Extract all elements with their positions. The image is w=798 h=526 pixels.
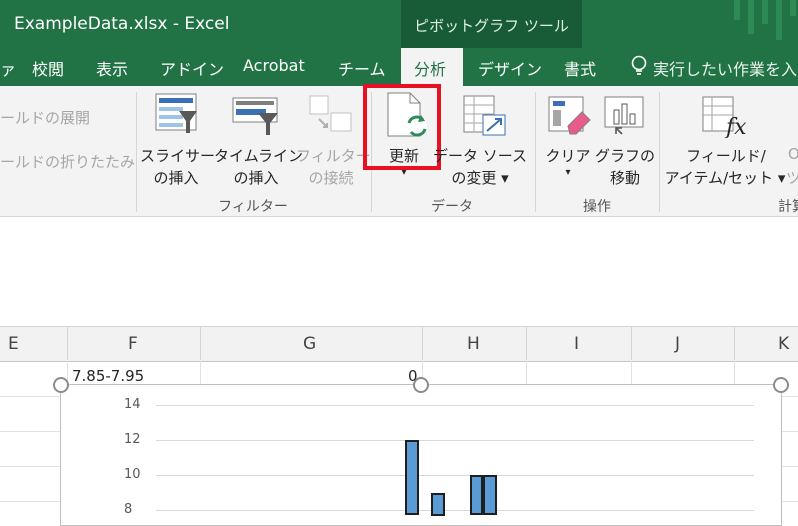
expand-field-button[interactable]: ールドの展開: [0, 107, 90, 128]
title-decoration: [776, 0, 782, 40]
change-data-source-label-2[interactable]: の変更 ▾: [430, 167, 530, 188]
tab-addins[interactable]: アドイン: [160, 56, 224, 80]
move-chart-label-1[interactable]: グラフの: [594, 145, 656, 166]
move-chart-icon: [604, 96, 644, 135]
svg-text:fx: fx: [724, 115, 747, 138]
chart-bar[interactable]: [483, 475, 497, 515]
column-header-i[interactable]: I: [574, 334, 579, 354]
title-decoration: [748, 0, 754, 34]
y-tick-label: 12: [124, 432, 141, 447]
column-header-k[interactable]: K: [778, 334, 789, 354]
column-header-j[interactable]: J: [675, 334, 680, 354]
clear-label[interactable]: クリア: [540, 145, 596, 166]
y-tick-label: 14: [124, 397, 141, 412]
column-header-h[interactable]: H: [467, 334, 480, 354]
formula-bar-area: [0, 217, 798, 310]
cell-f-value[interactable]: 7.85-7.95: [72, 367, 144, 385]
slicer-label-2[interactable]: の挿入: [140, 167, 212, 188]
slicer-icon: [155, 93, 197, 133]
group-label-calc: 計算: [778, 199, 798, 215]
chart-bar[interactable]: [470, 475, 483, 515]
filter-connections-icon: [309, 95, 352, 132]
tab-acrobat[interactable]: Acrobat: [243, 56, 305, 75]
column-header-g[interactable]: G: [303, 334, 316, 354]
collapse-field-button[interactable]: ールドの折りたたみ: [0, 151, 135, 172]
column-header-e[interactable]: E: [8, 334, 19, 354]
group-label-filter: フィルター: [218, 199, 288, 215]
filter-connections-label-2[interactable]: の接続: [296, 167, 366, 188]
tab-analyze[interactable]: 分析: [414, 56, 446, 80]
partial-right-label-1[interactable]: O: [788, 145, 798, 163]
fields-items-sets-icon: fx: [702, 96, 747, 138]
lightbulb-icon: [631, 55, 647, 75]
change-data-source-label-1[interactable]: データ ソース: [430, 145, 530, 166]
chart-resize-handle[interactable]: [53, 377, 69, 393]
move-chart-label-2[interactable]: 移動: [594, 167, 656, 188]
window-title: ExampleData.xlsx - Excel: [14, 14, 230, 34]
title-decoration: [734, 0, 740, 20]
filter-connections-label-1[interactable]: フィルター: [296, 145, 371, 166]
column-divider[interactable]: [631, 326, 632, 360]
tab-team[interactable]: チーム: [338, 56, 386, 80]
chart-gridline: [156, 475, 754, 476]
column-divider[interactable]: [200, 326, 201, 360]
fields-items-sets-label-1[interactable]: フィールド/: [666, 145, 786, 166]
group-separator: [659, 92, 660, 212]
chart-resize-handle[interactable]: [413, 377, 429, 393]
group-label-data: データ: [431, 199, 473, 215]
tab-review[interactable]: 校閲: [32, 56, 64, 80]
y-tick-label: 8: [124, 502, 133, 517]
group-separator: [535, 92, 536, 212]
title-decoration: [762, 0, 768, 24]
change-data-source-icon: [463, 95, 506, 136]
column-header-f[interactable]: F: [128, 334, 138, 354]
column-divider[interactable]: [734, 326, 735, 360]
group-label-actions: 操作: [583, 199, 611, 215]
y-tick-label: 10: [124, 467, 141, 482]
tab-view[interactable]: 表示: [96, 56, 128, 80]
tab-partial[interactable]: ァ: [0, 56, 16, 80]
tell-me-box[interactable]: 実行したい作業を入: [653, 56, 797, 80]
timeline-label-1[interactable]: タイムライン: [214, 145, 303, 166]
fields-items-sets-label-2[interactable]: アイテム/セット ▾: [660, 167, 790, 188]
chart-gridline: [156, 405, 754, 406]
column-divider[interactable]: [67, 326, 68, 360]
chart-resize-handle[interactable]: [773, 377, 789, 393]
timeline-label-2[interactable]: の挿入: [214, 167, 298, 188]
chart-bar[interactable]: [431, 493, 445, 516]
chart-gridline: [156, 510, 754, 511]
column-divider[interactable]: [422, 326, 423, 360]
title-decoration: [790, 0, 796, 16]
clear-icon: [548, 96, 591, 135]
group-separator: [136, 92, 137, 212]
tab-design[interactable]: デザイン: [478, 56, 542, 80]
partial-right-label-2[interactable]: ツ: [786, 167, 798, 188]
chart-gridline: [156, 440, 754, 441]
timeline-icon: [232, 97, 278, 135]
clear-dropdown-arrow[interactable]: ▾: [540, 167, 596, 178]
slicer-label-1[interactable]: スライサー: [140, 145, 215, 166]
column-divider[interactable]: [526, 326, 527, 360]
chart-bar[interactable]: [405, 440, 419, 515]
pivotchart-tools-label: ピボットグラフ ツール: [414, 17, 569, 35]
tab-format[interactable]: 書式: [564, 56, 596, 80]
